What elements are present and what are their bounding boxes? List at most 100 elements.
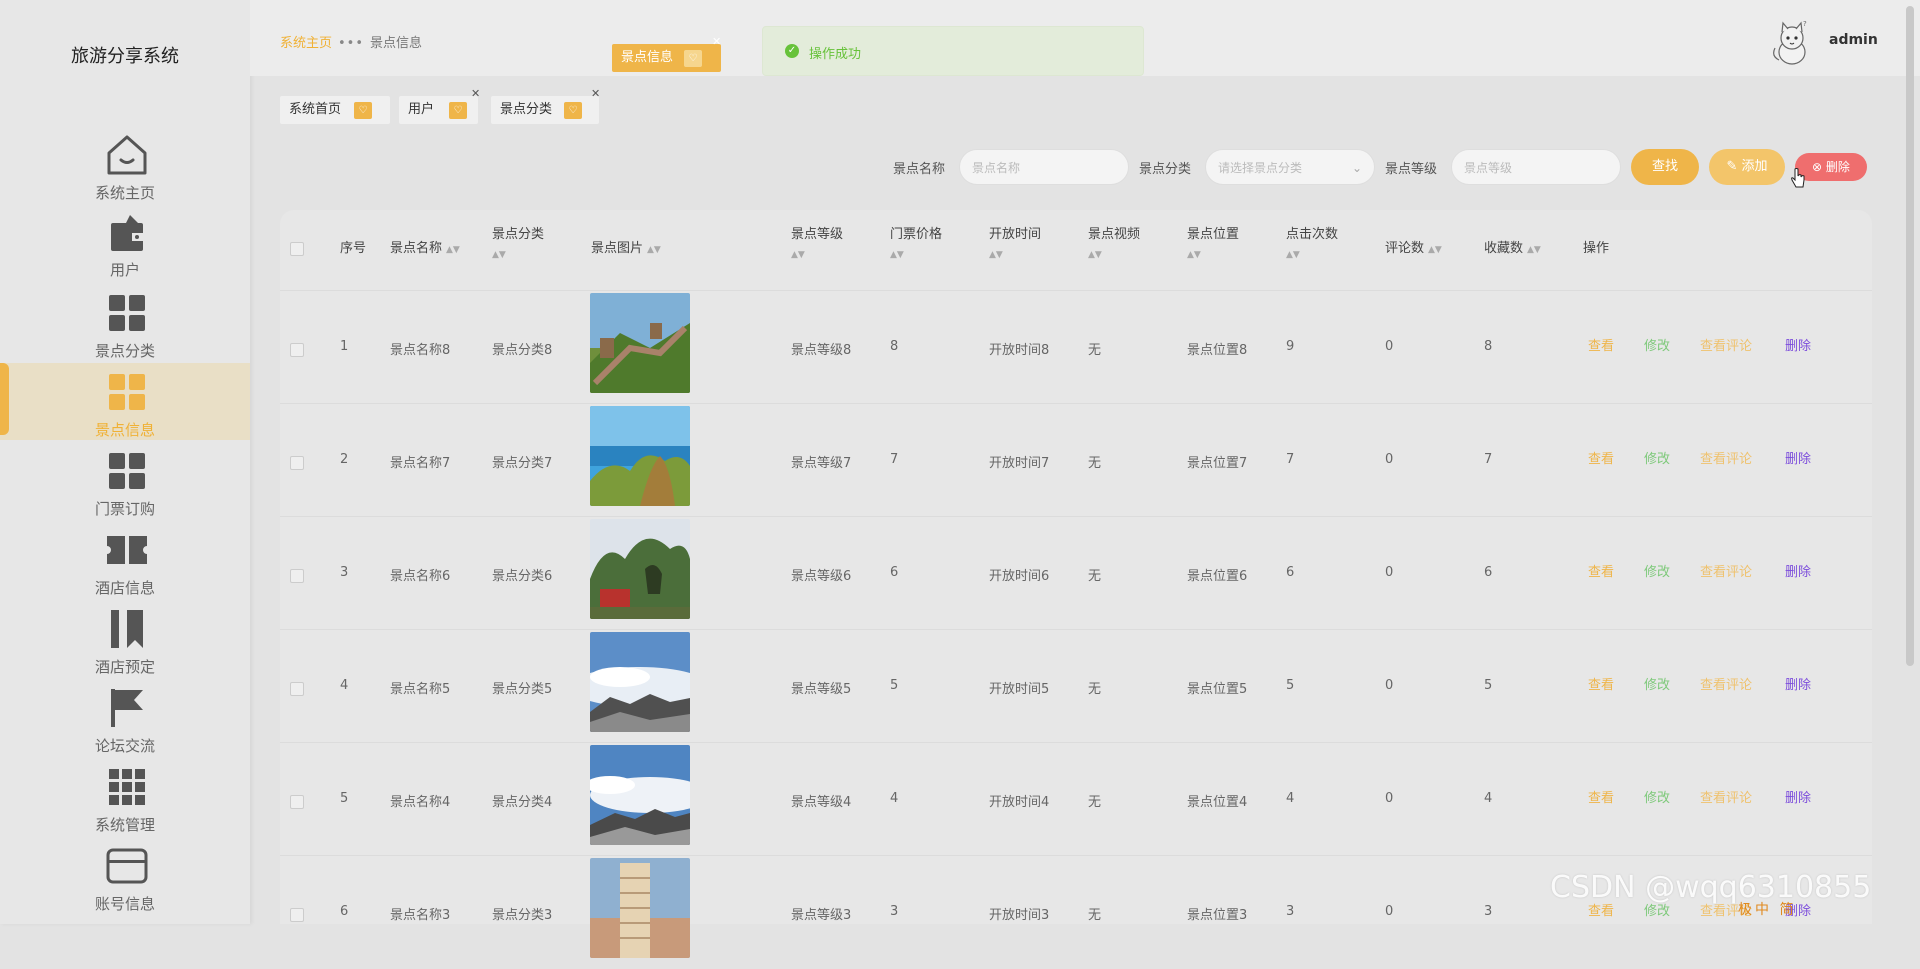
scenic-image[interactable] <box>590 858 690 958</box>
sidebar-item-forum[interactable]: 论坛交流 <box>0 679 250 758</box>
find-button[interactable]: 查找 <box>1631 149 1699 185</box>
view-comments-button[interactable]: 查看评论 <box>1700 674 1752 693</box>
grid-icon <box>109 374 145 410</box>
row-checkbox[interactable] <box>290 456 304 470</box>
delete-button[interactable]: 删除 <box>1785 561 1811 580</box>
view-button[interactable]: 查看 <box>1588 561 1614 580</box>
sidebar-item-ticket-order[interactable]: 门票订购 <box>0 442 250 521</box>
tab-label: 用户 <box>408 102 435 117</box>
view-button[interactable]: 查看 <box>1588 787 1614 806</box>
view-button[interactable]: 查看 <box>1588 335 1614 354</box>
close-icon[interactable]: ✕ <box>591 88 600 100</box>
close-icon[interactable]: ✕ <box>712 36 721 48</box>
sort-icon: ▲▼ <box>647 245 661 255</box>
username[interactable]: admin <box>1829 32 1878 48</box>
delete-button[interactable]: 删除 <box>1785 674 1811 693</box>
cell-clicks: 4 <box>1286 791 1295 806</box>
delete-button[interactable]: 删除 <box>1785 448 1811 467</box>
cell-comments: 0 <box>1385 791 1394 806</box>
row-checkbox[interactable] <box>290 908 304 922</box>
view-comments-button[interactable]: 查看评论 <box>1700 787 1752 806</box>
select-all-checkbox[interactable] <box>290 242 304 256</box>
row-checkbox[interactable] <box>290 795 304 809</box>
header-clicks[interactable]: 点击次数 ▲▼ <box>1286 226 1338 260</box>
cell-index: 5 <box>340 791 349 806</box>
cell-category: 景点分类6 <box>492 569 553 584</box>
row-checkbox[interactable] <box>290 682 304 696</box>
cell-level: 景点等级5 <box>791 682 852 697</box>
header-image[interactable]: 景点图片 ▲▼ <box>591 240 661 259</box>
tab-system-home[interactable]: 系统首页 ♡ <box>280 96 390 124</box>
table-row: 2 景点名称7 景点分类7 景点等级7 7 开放时间7 无 景点位置7 7 0 7 查看 修改 查看评论 删… <box>280 403 1872 517</box>
tab-users[interactable]: 用户 ♡ ✕ <box>399 88 480 124</box>
sidebar-item-hotel-info[interactable]: 酒店信息 <box>0 521 250 600</box>
view-comments-button[interactable]: 查看评论 <box>1700 561 1752 580</box>
scrollbar[interactable] <box>1906 6 1914 666</box>
header-label: 景点名称 <box>390 241 443 256</box>
scenic-image[interactable] <box>590 519 690 619</box>
header-price[interactable]: 门票价格 ▲▼ <box>890 226 942 260</box>
cell-video: 无 <box>1088 908 1102 923</box>
cell-name: 景点名称5 <box>390 682 451 697</box>
cell-index: 1 <box>340 339 349 354</box>
add-button[interactable]: ✎ 添加 <box>1709 149 1785 185</box>
close-icon[interactable]: ✕ <box>471 88 480 100</box>
header-video[interactable]: 景点视频 ▲▼ <box>1088 226 1140 260</box>
header-location[interactable]: 景点位置 ▲▼ <box>1187 226 1239 260</box>
view-button[interactable]: 查看 <box>1588 674 1614 693</box>
header-open-time[interactable]: 开放时间 ▲▼ <box>989 226 1041 260</box>
delete-button[interactable]: 删除 <box>1785 335 1811 354</box>
view-comments-button[interactable]: 查看评论 <box>1700 335 1752 354</box>
scenic-image[interactable] <box>590 745 690 845</box>
tab-label: 景点分类 <box>500 102 553 117</box>
heart-icon: ♡ <box>564 102 582 119</box>
search-level-input[interactable]: 景点等级 <box>1451 149 1621 185</box>
cell-price: 5 <box>890 678 899 693</box>
row-checkbox[interactable] <box>290 343 304 357</box>
sidebar-item-users[interactable]: 用户 <box>0 205 250 284</box>
edit-button[interactable]: 修改 <box>1644 448 1670 467</box>
sidebar: 旅游分享系统 系统主页 用户 景点分类 景点信息 门票订购 酒店信息 酒店预定 … <box>0 0 250 924</box>
edit-button[interactable]: 修改 <box>1644 787 1670 806</box>
sidebar-item-system-management[interactable]: 系统管理 <box>0 758 250 837</box>
edit-button[interactable]: 修改 <box>1644 561 1670 580</box>
cell-category: 景点分类3 <box>492 908 553 923</box>
view-button[interactable]: 查看 <box>1588 448 1614 467</box>
sidebar-item-label: 酒店信息 <box>94 579 155 597</box>
search-name-label: 景点名称 <box>893 162 946 177</box>
sidebar-item-home[interactable]: 系统主页 <box>0 126 250 205</box>
header-favorites[interactable]: 收藏数 ▲▼ <box>1484 240 1541 259</box>
home-icon <box>107 135 147 175</box>
scenic-image[interactable] <box>590 406 690 506</box>
header-name[interactable]: 景点名称 ▲▼ <box>390 240 460 259</box>
breadcrumb-current: 景点信息 <box>370 36 423 51</box>
breadcrumb-home[interactable]: 系统主页 <box>280 36 332 51</box>
header-category[interactable]: 景点分类 ▲▼ <box>492 226 544 260</box>
sidebar-item-label: 系统主页 <box>94 184 155 202</box>
cell-clicks: 7 <box>1286 452 1295 467</box>
header-comments[interactable]: 评论数 ▲▼ <box>1385 240 1442 259</box>
delete-button[interactable]: 删除 <box>1785 787 1811 806</box>
avatar[interactable]: ? <box>1770 18 1814 66</box>
sidebar-item-account[interactable]: 账号信息 <box>0 837 250 916</box>
tab-scenic-category[interactable]: 景点分类 ♡ ✕ <box>491 88 600 124</box>
apps-icon <box>109 769 145 805</box>
cell-name: 景点名称4 <box>390 795 451 810</box>
search-level-placeholder: 景点等级 <box>1464 161 1513 175</box>
edit-button[interactable]: 修改 <box>1644 335 1670 354</box>
header-level[interactable]: 景点等级 ▲▼ <box>791 226 843 260</box>
view-comments-button[interactable]: 查看评论 <box>1700 448 1752 467</box>
cell-comments: 0 <box>1385 565 1394 580</box>
sidebar-item-hotel-booking[interactable]: 酒店预定 <box>0 600 250 679</box>
scenic-image[interactable] <box>590 632 690 732</box>
row-checkbox[interactable] <box>290 569 304 583</box>
edit-button[interactable]: 修改 <box>1644 674 1670 693</box>
search-name-input[interactable]: 景点名称 <box>959 149 1129 185</box>
sidebar-item-scenic-info[interactable]: 景点信息 <box>0 363 250 440</box>
scenic-image[interactable] <box>590 293 690 393</box>
search-category-select[interactable]: 请选择景点分类 ⌄ <box>1205 149 1375 185</box>
sidebar-item-scenic-category[interactable]: 景点分类 <box>0 284 250 363</box>
cell-clicks: 5 <box>1286 678 1295 693</box>
tab-scenic-info[interactable]: 景点信息 ♡ ✕ <box>612 36 721 72</box>
cell-price: 3 <box>890 904 899 919</box>
